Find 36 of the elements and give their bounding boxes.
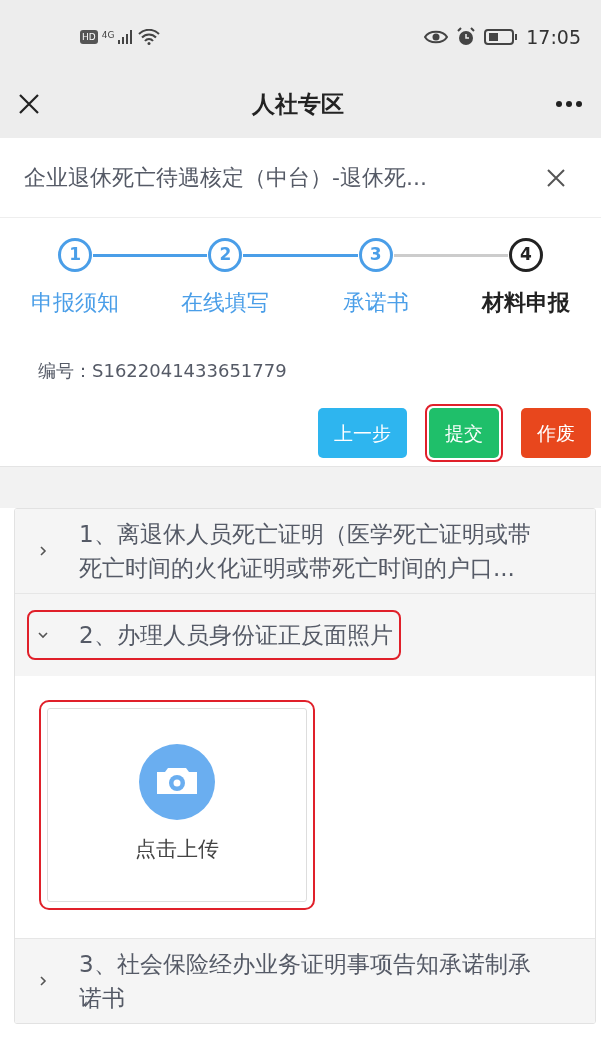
back-button[interactable]: 上一步 [318, 408, 407, 458]
battery-icon [484, 29, 519, 45]
eye-icon [424, 29, 449, 45]
network-type: 4G [101, 29, 115, 42]
material-item[interactable]: 2、办理人员身份证正反面照片 [15, 594, 595, 676]
submit-button[interactable]: 提交 [429, 408, 499, 458]
close-icon[interactable] [18, 93, 40, 115]
material-title: 2、办理人员身份证正反面照片 [79, 621, 393, 650]
hd-icon: HD [80, 30, 98, 44]
serial-number: 编号：S1622041433651779 [38, 358, 287, 383]
material-item[interactable]: 3、社会保险经办业务证明事项告知承诺制承诺书 [15, 939, 595, 1023]
more-icon[interactable] [555, 100, 583, 108]
step-number: 4 [508, 238, 543, 272]
step-number: 2 [208, 238, 243, 272]
page-title: 人社专区 [251, 89, 344, 119]
signal-icon [118, 30, 135, 44]
material-title: 1、离退休人员死亡证明（医学死亡证明或带死亡时间的火化证明或带死亡时间的户口... [79, 520, 532, 583]
step-label[interactable]: 在线填写 [181, 286, 270, 319]
chevron-down-icon [37, 629, 49, 641]
step-label[interactable]: 材料申报 [481, 286, 570, 319]
step-number: 3 [358, 238, 393, 272]
chevron-right-icon [37, 545, 49, 557]
material-title: 3、社会保险经办业务证明事项告知承诺制承诺书 [79, 950, 532, 1013]
form-title: 企业退休死亡待遇核定（中台）-退休死... [24, 164, 427, 192]
material-item[interactable]: 1、离退休人员死亡证明（医学死亡证明或带死亡时间的火化证明或带死亡时间的户口... [15, 509, 595, 593]
step-label[interactable]: 承诺书 [342, 286, 409, 319]
close-icon[interactable] [547, 168, 565, 187]
wifi-icon [138, 29, 161, 45]
step-number: 1 [58, 238, 93, 272]
void-button[interactable]: 作废 [521, 408, 591, 458]
step-label[interactable]: 申报须知 [31, 286, 120, 319]
camera-icon [139, 744, 215, 821]
clock-time: 17:05 [526, 24, 581, 50]
chevron-right-icon [37, 975, 49, 987]
upload-tile[interactable]: 点击上传 [47, 708, 307, 902]
alarm-icon [456, 27, 477, 47]
